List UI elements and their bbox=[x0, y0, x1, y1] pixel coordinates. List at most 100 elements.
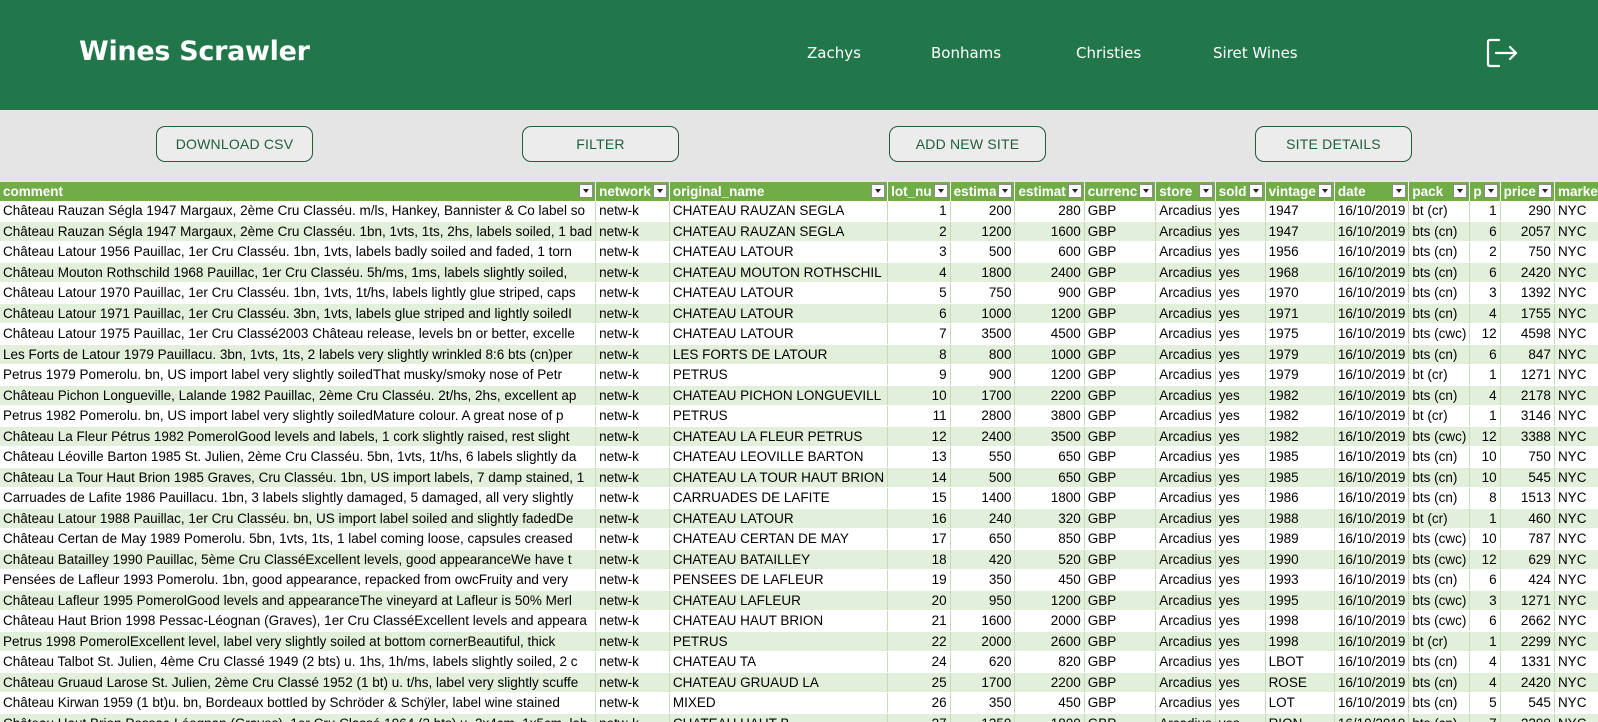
cell-price[interactable]: 2420 bbox=[1500, 262, 1555, 283]
cell-date[interactable]: 16/10/2019 bbox=[1334, 528, 1410, 550]
cell-estima[interactable]: 1800 bbox=[950, 262, 1016, 283]
cell-comment[interactable]: Château Batailley 1990 Pauillac, 5ème Cr… bbox=[0, 549, 597, 570]
cell-pack[interactable]: bts (cn) bbox=[1408, 262, 1471, 283]
cell-vintage[interactable]: 1982 bbox=[1265, 405, 1335, 427]
cell-vintage[interactable]: 1979 bbox=[1265, 344, 1335, 365]
cell-sold[interactable]: yes bbox=[1215, 631, 1266, 652]
cell-lot-nu[interactable]: 7 bbox=[887, 323, 951, 345]
cell-store[interactable]: Arcadius bbox=[1155, 221, 1216, 242]
cell-pack[interactable]: bt (cr) bbox=[1408, 405, 1471, 427]
cell-price[interactable]: 2178 bbox=[1500, 385, 1555, 406]
cell-original-name[interactable]: CHATEAU LATOUR bbox=[669, 303, 889, 324]
cell-lot-nu[interactable]: 19 bbox=[887, 569, 951, 591]
cell-market[interactable]: NYC bbox=[1554, 590, 1598, 611]
cell-original-name[interactable]: CHATEAU LAFLEUR bbox=[669, 590, 889, 611]
cell-p[interactable]: 1 bbox=[1469, 631, 1501, 652]
cell-market[interactable]: NYC bbox=[1554, 344, 1598, 365]
cell-sold[interactable]: yes bbox=[1215, 651, 1266, 673]
cell-price[interactable]: 545 bbox=[1500, 467, 1555, 488]
cell-date[interactable]: 16/10/2019 bbox=[1334, 713, 1410, 722]
cell-lot-nu[interactable]: 8 bbox=[887, 344, 951, 365]
cell-network[interactable]: netw-k bbox=[595, 201, 670, 222]
cell-currenc[interactable]: GBP bbox=[1084, 528, 1157, 550]
cell-currenc[interactable]: GBP bbox=[1084, 508, 1157, 529]
cell-price[interactable]: 1271 bbox=[1500, 364, 1555, 386]
cell-comment[interactable]: Petrus 1979 Pomerolu. bn, US import labe… bbox=[0, 364, 597, 386]
cell-vintage[interactable]: 1985 bbox=[1265, 446, 1335, 468]
nav-link-zachys[interactable]: Zachys bbox=[807, 44, 861, 62]
cell-estimat[interactable]: 4500 bbox=[1014, 323, 1085, 345]
cell-pack[interactable]: bts (cn) bbox=[1408, 344, 1471, 365]
cell-lot-nu[interactable]: 3 bbox=[887, 241, 951, 263]
cell-date[interactable]: 16/10/2019 bbox=[1334, 385, 1410, 406]
table-row[interactable]: Château Mouton Rothschild 1968 Pauillac,… bbox=[0, 262, 1598, 283]
table-row[interactable]: Carruades de Lafite 1986 Pauillacu. 1bn,… bbox=[0, 487, 1598, 509]
cell-p[interactable]: 12 bbox=[1469, 549, 1501, 570]
cell-sold[interactable]: yes bbox=[1215, 221, 1266, 242]
column-header-price[interactable]: price bbox=[1500, 182, 1555, 201]
cell-pack[interactable]: bt (cr) bbox=[1408, 508, 1471, 529]
cell-comment[interactable]: Château Latour 1956 Pauillac, 1er Cru Cl… bbox=[0, 241, 597, 263]
cell-original-name[interactable]: CHATEAU LATOUR bbox=[669, 508, 889, 529]
cell-lot-nu[interactable]: 13 bbox=[887, 446, 951, 468]
cell-estimat[interactable]: 1000 bbox=[1014, 344, 1085, 365]
cell-sold[interactable]: yes bbox=[1215, 282, 1266, 304]
cell-comment[interactable]: Château Gruaud Larose St. Julien, 2ème C… bbox=[0, 672, 597, 693]
cell-network[interactable]: netw-k bbox=[595, 262, 670, 283]
table-row[interactable]: Château Certan de May 1989 Pomerolu. 5bn… bbox=[0, 528, 1598, 550]
cell-market[interactable]: NYC bbox=[1554, 569, 1598, 591]
cell-p[interactable]: 1 bbox=[1469, 508, 1501, 529]
table-row[interactable]: Château Rauzan Ségla 1947 Margaux, 2ème … bbox=[0, 221, 1598, 242]
cell-sold[interactable]: yes bbox=[1215, 487, 1266, 509]
cell-network[interactable]: netw-k bbox=[595, 610, 670, 632]
cell-date[interactable]: 16/10/2019 bbox=[1334, 201, 1410, 222]
cell-original-name[interactable]: CHATEAU HAUT BRION bbox=[669, 610, 889, 632]
table-row[interactable]: Château Pichon Longueville, Lalande 1982… bbox=[0, 385, 1598, 406]
cell-currenc[interactable]: GBP bbox=[1084, 405, 1157, 427]
cell-vintage[interactable]: 1988 bbox=[1265, 508, 1335, 529]
cell-estimat[interactable]: 3800 bbox=[1014, 405, 1085, 427]
cell-network[interactable]: netw-k bbox=[595, 405, 670, 427]
cell-comment[interactable]: Château Lafleur 1995 PomerolGood levels … bbox=[0, 590, 597, 611]
cell-p[interactable]: 5 bbox=[1469, 692, 1501, 714]
cell-original-name[interactable]: CHATEAU HAUT B bbox=[669, 713, 889, 722]
cell-lot-nu[interactable]: 12 bbox=[887, 426, 951, 447]
cell-comment[interactable]: Château La Fleur Pétrus 1982 PomerolGood… bbox=[0, 426, 597, 447]
filter-dropdown-icon[interactable] bbox=[1317, 184, 1332, 198]
cell-store[interactable]: Arcadius bbox=[1155, 323, 1216, 345]
nav-link-bonhams[interactable]: Bonhams bbox=[931, 44, 1001, 62]
cell-store[interactable]: Arcadius bbox=[1155, 569, 1216, 591]
cell-currenc[interactable]: GBP bbox=[1084, 692, 1157, 714]
cell-price[interactable]: 2662 bbox=[1500, 610, 1555, 632]
cell-network[interactable]: netw-k bbox=[595, 385, 670, 406]
cell-lot-nu[interactable]: 27 bbox=[887, 713, 951, 722]
cell-comment[interactable]: Château Talbot St. Julien, 4ème Cru Clas… bbox=[0, 651, 597, 673]
cell-date[interactable]: 16/10/2019 bbox=[1334, 323, 1410, 345]
cell-vintage[interactable]: 1947 bbox=[1265, 221, 1335, 242]
cell-p[interactable]: 4 bbox=[1469, 651, 1501, 673]
filter-dropdown-icon[interactable] bbox=[1198, 184, 1213, 198]
cell-price[interactable]: 787 bbox=[1500, 528, 1555, 550]
cell-comment[interactable]: Pensées de Lafleur 1993 Pomerolu. 1bn, g… bbox=[0, 569, 597, 591]
cell-estimat[interactable]: 820 bbox=[1014, 651, 1085, 673]
add-new-site-button[interactable]: ADD NEW SITE bbox=[889, 126, 1046, 162]
cell-sold[interactable]: yes bbox=[1215, 262, 1266, 283]
cell-comment[interactable]: Petrus 1982 Pomerolu. bn, US import labe… bbox=[0, 405, 597, 427]
cell-date[interactable]: 16/10/2019 bbox=[1334, 405, 1410, 427]
cell-date[interactable]: 16/10/2019 bbox=[1334, 549, 1410, 570]
cell-market[interactable]: NYC bbox=[1554, 426, 1598, 447]
cell-lot-nu[interactable]: 17 bbox=[887, 528, 951, 550]
cell-market[interactable]: NYC bbox=[1554, 405, 1598, 427]
column-header-currenc[interactable]: currenc bbox=[1084, 182, 1157, 201]
cell-store[interactable]: Arcadius bbox=[1155, 549, 1216, 570]
cell-estima[interactable]: 750 bbox=[950, 282, 1016, 304]
cell-network[interactable]: netw-k bbox=[595, 282, 670, 304]
cell-p[interactable]: 1 bbox=[1469, 201, 1501, 222]
cell-vintage[interactable]: 1990 bbox=[1265, 549, 1335, 570]
cell-market[interactable]: NYC bbox=[1554, 467, 1598, 488]
cell-network[interactable]: netw-k bbox=[595, 508, 670, 529]
cell-market[interactable]: NYC bbox=[1554, 201, 1598, 222]
cell-price[interactable]: 629 bbox=[1500, 549, 1555, 570]
cell-pack[interactable]: bt (cr) bbox=[1408, 201, 1471, 222]
cell-store[interactable]: Arcadius bbox=[1155, 262, 1216, 283]
